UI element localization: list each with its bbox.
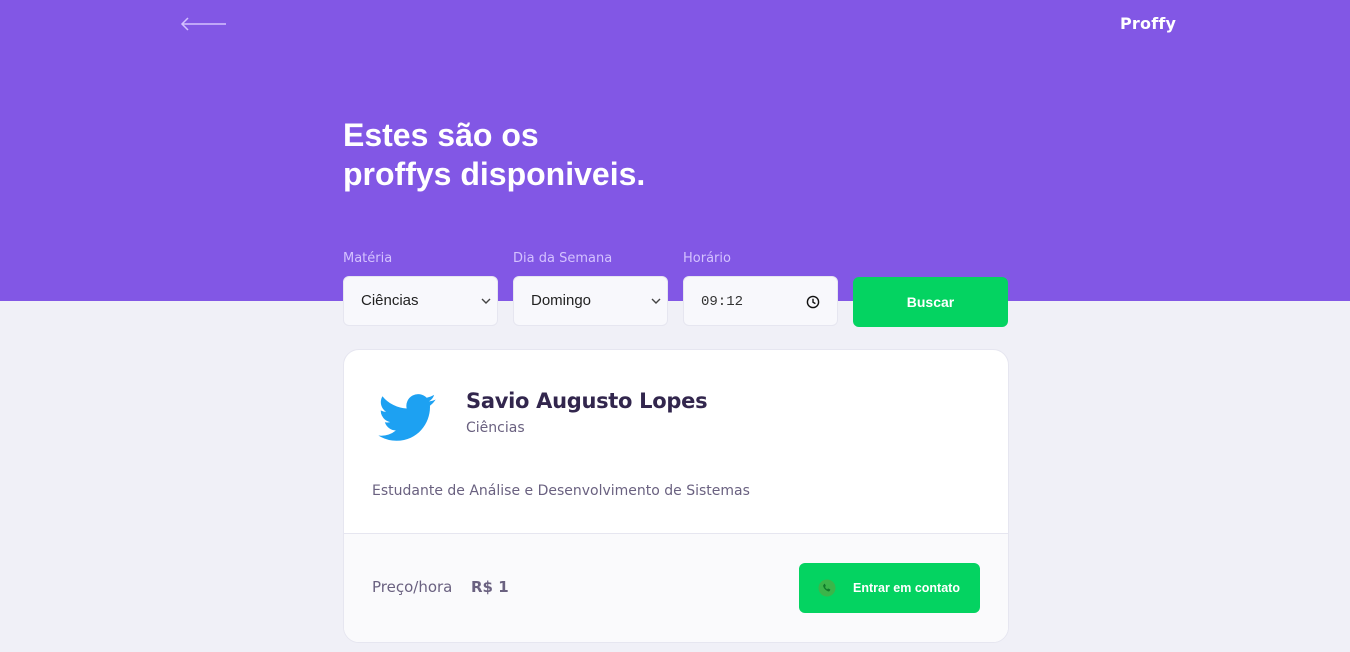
time-input[interactable]: 09:12	[683, 276, 838, 326]
subject-select[interactable]: Ciências	[343, 276, 498, 326]
card-footer: Preço/hora R$ 1 Entrar em contato	[344, 533, 1008, 642]
top-bar: Proffy	[0, 0, 1350, 50]
arrow-left-icon	[180, 17, 226, 31]
teacher-card: Savio Augusto Lopes Ciências Estudante d…	[343, 349, 1009, 643]
teacher-subject: Ciências	[466, 420, 525, 436]
weekday-field: Dia da Semana Domingo	[513, 250, 668, 326]
page-title: Estes são os proffys disponiveis.	[343, 116, 763, 194]
subject-label: Matéria	[343, 251, 393, 266]
search-form: Matéria Ciências Dia da Semana Domingo H…	[343, 250, 1008, 330]
contact-button[interactable]: Entrar em contato	[799, 563, 980, 613]
weekday-select-value: Domingo	[531, 292, 592, 309]
logo: Proffy	[1120, 14, 1177, 33]
twitter-bird-icon	[378, 394, 436, 441]
back-button[interactable]	[180, 14, 228, 34]
time-label: Horário	[683, 251, 731, 266]
price-value: R$ 1	[471, 578, 509, 596]
time-input-value: 09:12	[701, 294, 744, 310]
time-field: Horário 09:12	[683, 250, 838, 326]
subject-select-value: Ciências	[361, 292, 419, 309]
chevron-down-icon	[481, 298, 491, 304]
teacher-bio: Estudante de Análise e Desenvolvimento d…	[372, 483, 750, 499]
chevron-down-icon	[651, 298, 661, 304]
contact-button-label: Entrar em contato	[853, 581, 960, 595]
search-button[interactable]: Buscar	[853, 277, 1008, 327]
weekday-label: Dia da Semana	[513, 251, 613, 266]
subject-field: Matéria Ciências	[343, 250, 498, 326]
whatsapp-icon	[818, 579, 836, 597]
page-title-line-1: Estes são os	[343, 117, 539, 153]
page-title-line-2: proffys disponiveis.	[343, 156, 646, 192]
price-label: Preço/hora	[372, 578, 453, 596]
weekday-select[interactable]: Domingo	[513, 276, 668, 326]
clock-icon[interactable]	[806, 295, 820, 309]
teacher-name: Savio Augusto Lopes	[466, 389, 708, 413]
